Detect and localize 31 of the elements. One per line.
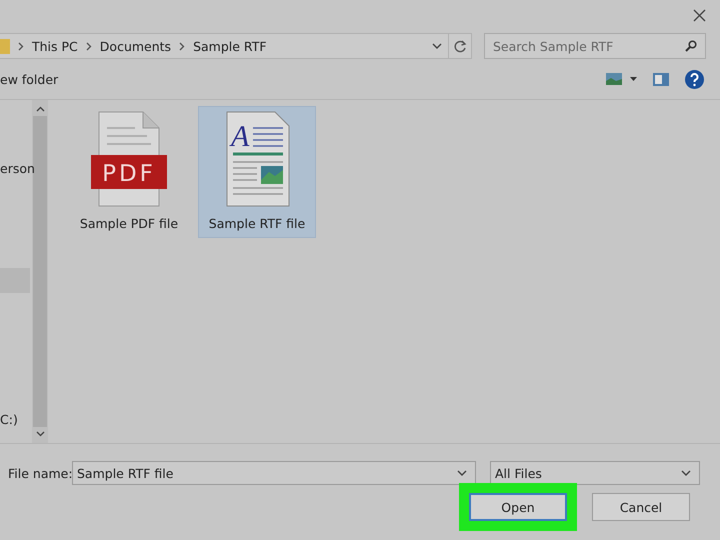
preview-pane-icon[interactable] [653, 72, 669, 86]
chevron-icon [86, 42, 92, 50]
scroll-up-icon[interactable] [36, 106, 44, 112]
open-button[interactable]: Open [469, 493, 567, 521]
address-bar[interactable]: This PC Documents Sample RTF [0, 33, 472, 59]
scroll-down-icon[interactable] [36, 431, 44, 437]
breadcrumb[interactable]: Documents [100, 38, 172, 54]
close-icon[interactable] [693, 8, 706, 22]
help-icon[interactable] [685, 70, 704, 88]
file-type-dropdown[interactable]: All Files [490, 461, 700, 485]
pdf-label: PDF [102, 161, 156, 187]
breadcrumb[interactable]: Sample RTF [193, 38, 267, 54]
cancel-button[interactable]: Cancel [592, 493, 690, 521]
dropdown-caret-icon [432, 43, 442, 49]
file-name-label: File name: [8, 466, 72, 480]
chevron-icon [179, 42, 186, 50]
search-icon [685, 40, 697, 52]
file-name-field[interactable]: Sample RTF file [72, 461, 476, 485]
sidebar-item[interactable]: C:) [0, 407, 30, 432]
search-field[interactable]: Search Sample RTF [484, 33, 706, 59]
file-item[interactable]: A Sample RTF file [198, 106, 316, 238]
breadcrumb[interactable]: This PC [32, 38, 78, 54]
new-folder-button[interactable]: ew folder [0, 72, 58, 86]
scrollbar-thumb[interactable] [33, 116, 47, 427]
caret-icon[interactable] [630, 77, 637, 81]
file-item[interactable]: PDF Sample PDF file [70, 106, 188, 238]
folder-icon [0, 37, 10, 55]
refresh-icon[interactable] [454, 40, 466, 52]
caret-icon [457, 470, 467, 476]
chevron-icon [18, 42, 24, 50]
caret-icon [681, 470, 691, 476]
